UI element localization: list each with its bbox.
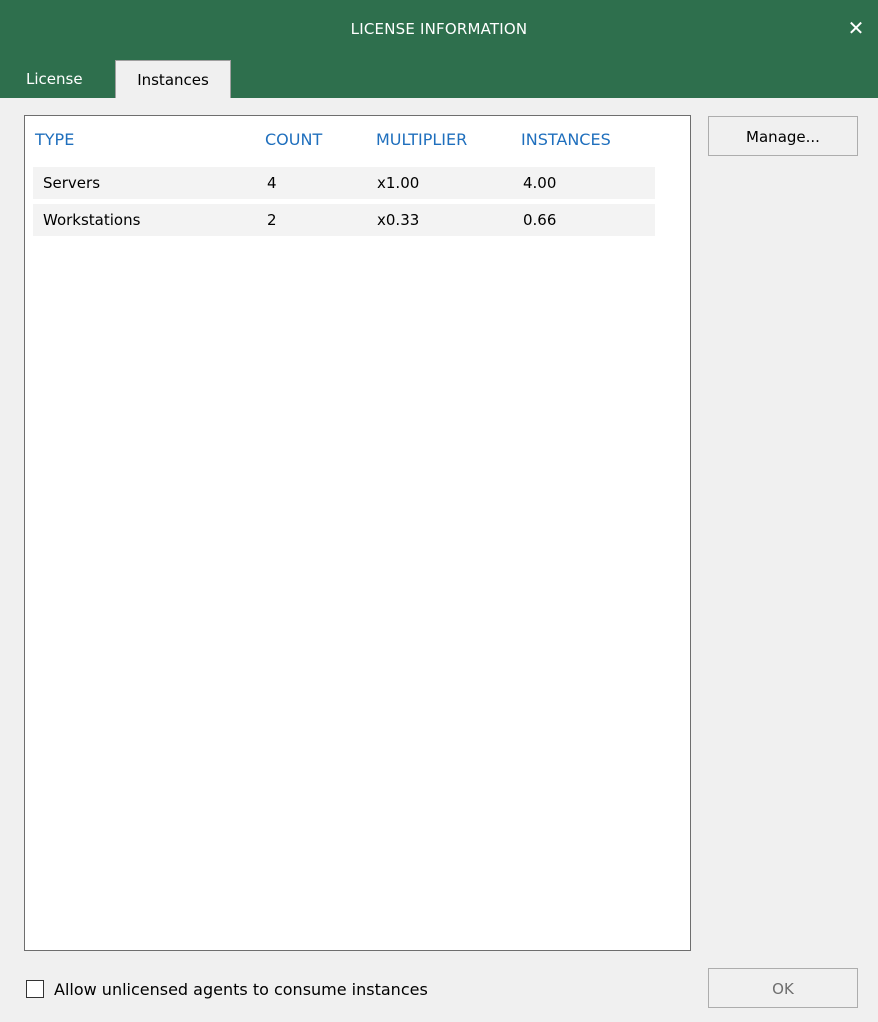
- cell-multiplier: x0.33: [377, 211, 420, 229]
- column-header-instances[interactable]: INSTANCES: [521, 130, 611, 149]
- allow-unlicensed-checkbox-row[interactable]: Allow unlicensed agents to consume insta…: [26, 978, 428, 1000]
- allow-unlicensed-label[interactable]: Allow unlicensed agents to consume insta…: [54, 980, 428, 999]
- allow-unlicensed-checkbox[interactable]: [26, 980, 44, 998]
- column-header-type[interactable]: TYPE: [35, 130, 74, 149]
- manage-button[interactable]: Manage...: [708, 116, 858, 156]
- title-bar: LICENSE INFORMATION ✕ License Instances: [0, 0, 878, 98]
- table-header: TYPE COUNT MULTIPLIER INSTANCES: [25, 130, 690, 160]
- column-header-count[interactable]: COUNT: [265, 130, 322, 149]
- cell-multiplier: x1.00: [377, 174, 420, 192]
- cell-instances: 4.00: [523, 174, 557, 192]
- window-title: LICENSE INFORMATION: [350, 20, 528, 38]
- cell-instances: 0.66: [523, 211, 557, 229]
- cell-count: 2: [267, 211, 277, 229]
- table-row[interactable]: Workstations 2 x0.33 0.66: [33, 204, 655, 236]
- column-header-multiplier[interactable]: MULTIPLIER: [376, 130, 467, 149]
- cell-type: Workstations: [43, 211, 141, 229]
- close-icon[interactable]: ✕: [844, 16, 868, 40]
- ok-button[interactable]: OK: [708, 968, 858, 1008]
- tab-instances[interactable]: Instances: [115, 60, 231, 98]
- table-row[interactable]: Servers 4 x1.00 4.00: [33, 167, 655, 199]
- tab-license[interactable]: License: [26, 60, 83, 98]
- cell-type: Servers: [43, 174, 101, 192]
- cell-count: 4: [267, 174, 277, 192]
- instances-table: TYPE COUNT MULTIPLIER INSTANCES Servers …: [24, 115, 691, 951]
